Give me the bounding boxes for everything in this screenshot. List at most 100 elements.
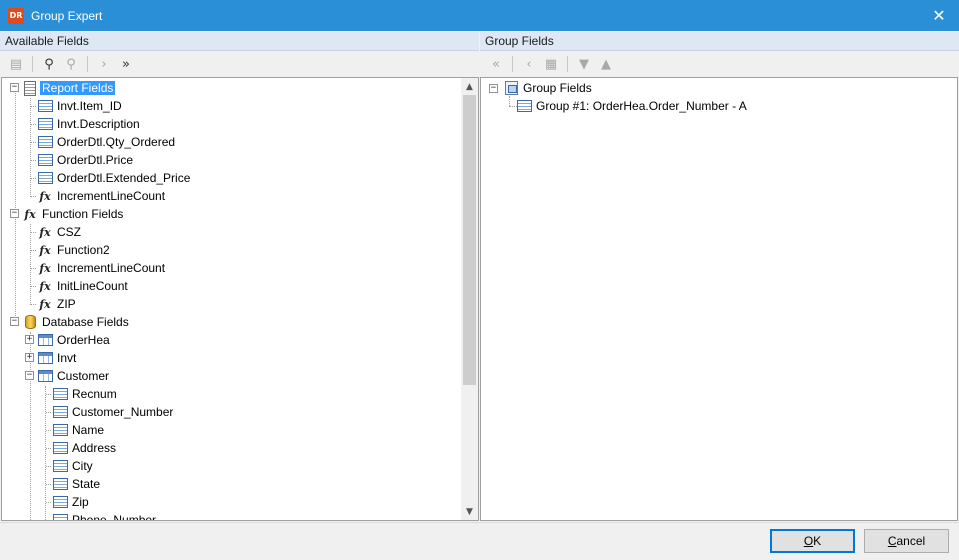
function-icon: fx bbox=[39, 225, 51, 239]
app-icon: DR bbox=[8, 7, 24, 24]
field-icon bbox=[52, 404, 68, 420]
toolbar-separator bbox=[32, 56, 33, 72]
group-field-icon bbox=[516, 98, 532, 114]
tree-node-table[interactable]: + Invt bbox=[25, 349, 76, 367]
tree-node-field[interactable]: City bbox=[52, 457, 93, 475]
tree-node-table[interactable]: − Customer bbox=[25, 367, 110, 385]
group-icon bbox=[503, 80, 519, 96]
scroll-down-arrow-icon[interactable]: ▼ bbox=[461, 503, 478, 520]
tree-node-field[interactable]: Zip bbox=[52, 493, 89, 511]
tree-node-function[interactable]: fx IncrementLineCount bbox=[37, 187, 165, 205]
tree-node-function[interactable]: fx CSZ bbox=[37, 223, 81, 241]
remove-selected-icon[interactable]: ‹ bbox=[519, 54, 539, 74]
group-options-icon[interactable]: ▦ bbox=[541, 54, 561, 74]
tree-node-field[interactable]: Address bbox=[52, 439, 116, 457]
move-up-icon[interactable]: ▲ bbox=[596, 54, 616, 74]
available-fields-toolbar: ▤ ⚲ ⚲ ›» bbox=[0, 52, 479, 76]
tree-node-label: City bbox=[72, 459, 93, 473]
cancel-button[interactable]: Cancel bbox=[864, 529, 949, 553]
tree-node-label: IncrementLineCount bbox=[57, 261, 166, 275]
tree-node-function[interactable]: fx IncrementLineCount bbox=[37, 259, 165, 277]
tree-node-label: Recnum bbox=[72, 387, 117, 401]
tree-node-label: Invt.Description bbox=[57, 117, 140, 131]
tree-node-label: Function Fields bbox=[42, 207, 124, 221]
field-icon bbox=[37, 116, 53, 132]
tree-node-label: OrderDtl.Extended_Price bbox=[57, 171, 191, 185]
tree-node-report-fields[interactable]: − Report Fields bbox=[10, 79, 116, 97]
tree-node-function[interactable]: fx ZIP bbox=[37, 295, 76, 313]
tree-node-field[interactable]: OrderDtl.Qty_Ordered bbox=[37, 133, 175, 151]
group-fields-tree[interactable]: − Group Fields Group #1: OrderHea.Order_… bbox=[480, 77, 958, 521]
tree-node-function[interactable]: fx InitLineCount bbox=[37, 277, 128, 295]
group-fields-root[interactable]: − Group Fields bbox=[489, 79, 592, 97]
find-icon[interactable]: ⚲ bbox=[39, 54, 59, 74]
tree-node-label: Function2 bbox=[57, 243, 110, 257]
field-icon bbox=[52, 386, 68, 402]
tree-node-label: Database Fields bbox=[42, 315, 129, 329]
tree-node-field[interactable]: Customer_Number bbox=[52, 403, 173, 421]
tree-node-label: ZIP bbox=[57, 297, 76, 311]
field-icon bbox=[52, 458, 68, 474]
field-icon bbox=[37, 152, 53, 168]
scrollbar-thumb[interactable] bbox=[463, 95, 476, 385]
scroll-up-arrow-icon[interactable]: ▲ bbox=[461, 78, 478, 95]
function-icon: fx bbox=[39, 297, 51, 311]
field-icon bbox=[37, 170, 53, 186]
toolbar-separator bbox=[512, 56, 513, 72]
field-icon bbox=[37, 98, 53, 114]
tree-node-field[interactable]: Invt.Item_ID bbox=[37, 97, 122, 115]
find-next-icon[interactable]: ⚲ bbox=[61, 54, 81, 74]
tree-node-field[interactable]: OrderDtl.Price bbox=[37, 151, 133, 169]
field-icon bbox=[52, 512, 68, 520]
vertical-scrollbar[interactable]: ▲ ▼ bbox=[461, 78, 478, 520]
tree-node-label: Customer bbox=[57, 369, 110, 383]
tree-node-field[interactable]: Recnum bbox=[52, 385, 117, 403]
tree-node-table[interactable]: + OrderHea bbox=[25, 331, 110, 349]
tree-node-database-fields[interactable]: − Database Fields bbox=[10, 313, 129, 331]
group-item-label: Group #1: OrderHea.Order_Number - A bbox=[536, 99, 747, 113]
group-item[interactable]: Group #1: OrderHea.Order_Number - A bbox=[516, 97, 747, 115]
tree-node-field[interactable]: Invt.Description bbox=[37, 115, 140, 133]
collapse-icon[interactable]: − bbox=[489, 83, 498, 93]
expand-icon[interactable]: + bbox=[25, 335, 34, 344]
ok-button[interactable]: OK bbox=[770, 529, 855, 553]
table-icon bbox=[37, 350, 53, 366]
collapse-icon[interactable]: − bbox=[10, 209, 19, 218]
function-icon: fx bbox=[24, 207, 36, 221]
browse-field-icon[interactable]: ▤ bbox=[6, 54, 26, 74]
dialog-footer: OK Cancel bbox=[0, 522, 959, 560]
tree-node-function[interactable]: fx Function2 bbox=[37, 241, 110, 259]
tree-node-field[interactable]: Name bbox=[52, 421, 104, 439]
collapse-icon[interactable]: − bbox=[10, 83, 19, 92]
tree-node-label: IncrementLineCount bbox=[57, 189, 166, 203]
available-fields-tree[interactable]: − Report Fields Invt.Item_ID Invt.Descripti… bbox=[1, 77, 479, 521]
tree-node-label: Phone_Number bbox=[72, 513, 157, 521]
field-icon bbox=[52, 494, 68, 510]
add-all-icon[interactable]: » bbox=[116, 54, 136, 74]
tree-node-label: Name bbox=[72, 423, 105, 437]
function-icon: fx bbox=[39, 279, 51, 293]
tree-node-label: Customer_Number bbox=[72, 405, 174, 419]
toolbar-separator bbox=[567, 56, 568, 72]
add-selected-icon[interactable]: › bbox=[94, 54, 114, 74]
close-button[interactable]: ✕ bbox=[927, 5, 951, 25]
expand-icon[interactable]: + bbox=[25, 353, 34, 362]
field-icon bbox=[52, 422, 68, 438]
tree-node-label: State bbox=[72, 477, 101, 491]
field-icon bbox=[52, 440, 68, 456]
tree-node-field[interactable]: OrderDtl.Extended_Price bbox=[37, 169, 190, 187]
report-icon bbox=[22, 80, 38, 96]
tree-node-field[interactable]: Phone_Number bbox=[52, 511, 157, 521]
table-icon bbox=[37, 368, 53, 384]
move-down-icon[interactable]: ▼ bbox=[574, 54, 594, 74]
window-title: Group Expert bbox=[31, 8, 103, 23]
collapse-icon[interactable]: − bbox=[25, 371, 34, 380]
function-icon: fx bbox=[39, 189, 51, 203]
tree-node-function-fields[interactable]: − fx Function Fields bbox=[10, 205, 124, 223]
function-icon: fx bbox=[39, 243, 51, 257]
tree-node-field[interactable]: State bbox=[52, 475, 100, 493]
remove-all-icon[interactable]: « bbox=[486, 54, 506, 74]
collapse-icon[interactable]: − bbox=[10, 317, 19, 326]
tree-node-label: InitLineCount bbox=[57, 279, 128, 293]
tree-node-label: OrderDtl.Qty_Ordered bbox=[57, 135, 176, 149]
